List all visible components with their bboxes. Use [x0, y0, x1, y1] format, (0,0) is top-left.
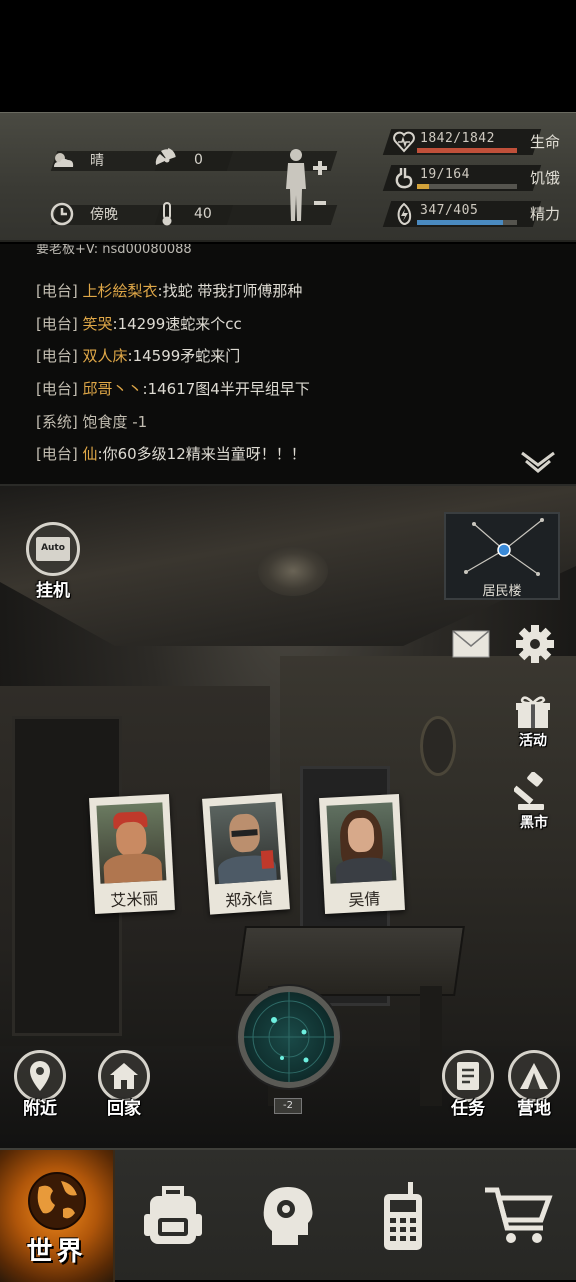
body-status-button[interactable]: [276, 145, 336, 225]
shopping-cart-icon: [484, 1187, 553, 1243]
energy-stat: 347/405 精力: [382, 201, 573, 229]
radar-icon: [244, 992, 334, 1082]
character-portrait: [209, 801, 281, 885]
gift-icon: [516, 696, 550, 728]
stomach-icon: [395, 168, 413, 189]
health-value: 1842/1842: [420, 131, 495, 146]
bottom-nav: 世界: [0, 1148, 576, 1282]
temperature-value: 40: [194, 206, 212, 222]
energy-icon: [397, 202, 412, 226]
chat-line: [电台] 双人床:14599矛蛇来门: [36, 347, 241, 365]
nav-skills[interactable]: [230, 1150, 345, 1282]
health-stat: 1842/1842 生命: [382, 129, 573, 157]
nav-backpack[interactable]: [115, 1150, 230, 1282]
gavel-icon: [514, 772, 544, 810]
chat-panel[interactable]: 要老板+V: nsd00080088 [电台] 上杉絵梨衣:找蛇 带我打师傅那种…: [0, 244, 576, 484]
home-label: 回家: [107, 1099, 141, 1119]
nav-world-label: 世界: [26, 1237, 87, 1267]
character-card[interactable]: 艾米丽: [89, 793, 175, 915]
health-bar: [417, 148, 517, 153]
map-node-icon: [464, 518, 544, 576]
health-label: 生命: [530, 133, 561, 151]
radar-level: -2: [274, 1098, 302, 1114]
character-name: 吴倩: [347, 889, 381, 910]
character-card[interactable]: 郑永信: [202, 793, 290, 915]
location-map-button[interactable]: 居民楼: [444, 512, 560, 600]
chat-line: [系统] 饱食度 -1: [36, 413, 148, 431]
weather-icon: [54, 153, 74, 167]
chat-line: [电台] 笑哭:14299速蛇来个cc: [36, 315, 242, 333]
chat-line: [电台] 邱哥丶丶:14617图4半开早组早下: [36, 380, 310, 398]
radiation-value: 0: [194, 152, 203, 168]
clock-icon: [50, 202, 74, 226]
head-gear-icon: [263, 1187, 312, 1245]
backpack-icon: [143, 1186, 202, 1244]
character-card[interactable]: 吴倩: [319, 793, 405, 915]
character-name: 艾米丽: [109, 888, 159, 911]
mail-icon[interactable]: [452, 630, 490, 658]
black-market-label: 黑市: [520, 815, 548, 831]
nearby-button[interactable]: 附近: [14, 1050, 66, 1119]
chat-line: [电台] 上杉絵梨衣:找蛇 带我打师傅那种: [36, 282, 303, 300]
radar-scanner[interactable]: [238, 986, 340, 1088]
task-button[interactable]: 任务: [442, 1050, 494, 1119]
location-name: 居民楼: [482, 584, 522, 599]
ceiling-lamp: [258, 546, 328, 596]
character-portrait: [96, 802, 167, 884]
hunger-label: 饥饿: [530, 169, 561, 187]
auto-idle-button[interactable]: Auto 挂机: [26, 522, 80, 601]
time-text: 傍晚: [90, 207, 118, 223]
camp-button[interactable]: 营地: [508, 1050, 560, 1119]
black-market-button[interactable]: 黑市: [514, 772, 554, 832]
auto-icon: Auto: [26, 522, 80, 576]
home-button[interactable]: 回家: [98, 1050, 150, 1119]
nav-radio[interactable]: [345, 1150, 460, 1282]
energy-label: 精力: [530, 205, 561, 223]
hunger-bar: [417, 184, 429, 189]
wall-mirror: [420, 716, 456, 776]
hunger-value: 19/164: [420, 167, 470, 182]
globe-icon: [27, 1172, 86, 1230]
energy-value: 347/405: [420, 203, 479, 218]
character-name: 郑永信: [224, 888, 274, 911]
nav-shop[interactable]: [460, 1150, 575, 1282]
walkie-talkie-icon: [383, 1182, 422, 1250]
thermometer-icon: [162, 202, 172, 226]
chat-line: [电台] 仙:你60多级12精来当童呀！！！: [36, 445, 306, 463]
chat-expand-icon[interactable]: [520, 450, 556, 474]
character-portrait: [326, 802, 397, 884]
nearby-label: 附近: [23, 1099, 57, 1119]
nav-world[interactable]: 世界: [0, 1150, 115, 1282]
camp-label: 营地: [517, 1099, 551, 1119]
heart-icon: [393, 131, 415, 153]
auto-idle-label: 挂机: [36, 581, 70, 601]
task-label: 任务: [451, 1099, 485, 1119]
hunger-stat: 19/164 饥饿: [382, 165, 573, 193]
activity-label: 活动: [519, 733, 547, 749]
radiation-icon: [155, 147, 176, 165]
weather-text: 晴: [90, 153, 104, 169]
chat-partial-line: 要老板+V: nsd00080088: [36, 244, 192, 257]
activity-button[interactable]: 活动: [514, 694, 552, 750]
status-panel: 晴 0 傍晚 40 1842/1842 生命 19/164 饥饿 347/405…: [0, 112, 576, 242]
gear-icon[interactable]: [516, 624, 554, 664]
energy-bar: [417, 220, 503, 225]
